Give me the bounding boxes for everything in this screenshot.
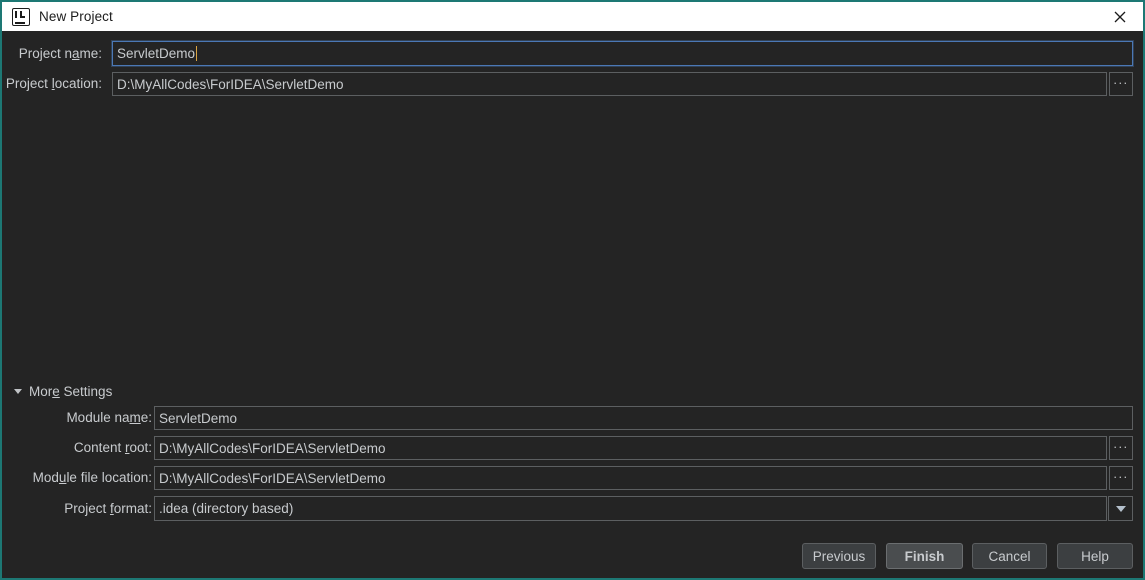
dialog-titlebar: New Project [2, 2, 1143, 31]
module-file-location-label: Module file location: [32, 470, 152, 485]
module-name-value: ServletDemo [159, 410, 238, 426]
project-name-input[interactable]: ServletDemo [112, 41, 1133, 66]
project-format-combo[interactable]: .idea (directory based) [154, 496, 1107, 521]
new-project-dialog: New Project Project name: ServletDemo Pr… [0, 0, 1145, 580]
content-root-label: Content root: [73, 440, 152, 455]
triangle-down-icon [1115, 505, 1126, 512]
project-name-label: Project name: [18, 46, 102, 61]
module-name-input[interactable]: ServletDemo [154, 406, 1133, 430]
cancel-button[interactable]: Cancel [972, 543, 1047, 569]
project-name-value: ServletDemo [117, 46, 196, 61]
previous-button[interactable]: Previous [802, 543, 876, 569]
chevron-down-icon [14, 389, 22, 394]
close-icon[interactable] [1097, 2, 1143, 31]
project-location-value: D:\MyAllCodes\ForIDEA\ServletDemo [117, 76, 344, 92]
more-settings-label: More Settings [29, 384, 113, 399]
project-format-label: Project format: [64, 501, 152, 516]
module-file-location-input[interactable]: D:\MyAllCodes\ForIDEA\ServletDemo [154, 466, 1107, 490]
project-location-label: Project location: [5, 76, 102, 91]
module-file-location-browse-button[interactable]: ... [1109, 466, 1133, 490]
text-caret [196, 46, 198, 61]
dialog-title: New Project [39, 9, 113, 24]
module-name-label: Module name: [66, 410, 152, 425]
content-root-value: D:\MyAllCodes\ForIDEA\ServletDemo [159, 440, 386, 456]
intellij-idea-logo-icon [12, 7, 30, 26]
dialog-body: Project name: ServletDemo Project locati… [2, 31, 1143, 578]
project-format-value: .idea (directory based) [159, 501, 294, 516]
project-location-input[interactable]: D:\MyAllCodes\ForIDEA\ServletDemo [112, 72, 1107, 96]
content-root-input[interactable]: D:\MyAllCodes\ForIDEA\ServletDemo [154, 436, 1107, 460]
help-button[interactable]: Help [1057, 543, 1133, 569]
project-location-browse-button[interactable]: ... [1109, 72, 1133, 96]
project-format-dropdown-arrow[interactable] [1108, 496, 1133, 521]
module-file-location-value: D:\MyAllCodes\ForIDEA\ServletDemo [159, 470, 386, 486]
content-root-browse-button[interactable]: ... [1109, 436, 1133, 460]
more-settings-toggle[interactable]: More Settings [14, 384, 112, 399]
finish-button[interactable]: Finish [886, 543, 963, 569]
